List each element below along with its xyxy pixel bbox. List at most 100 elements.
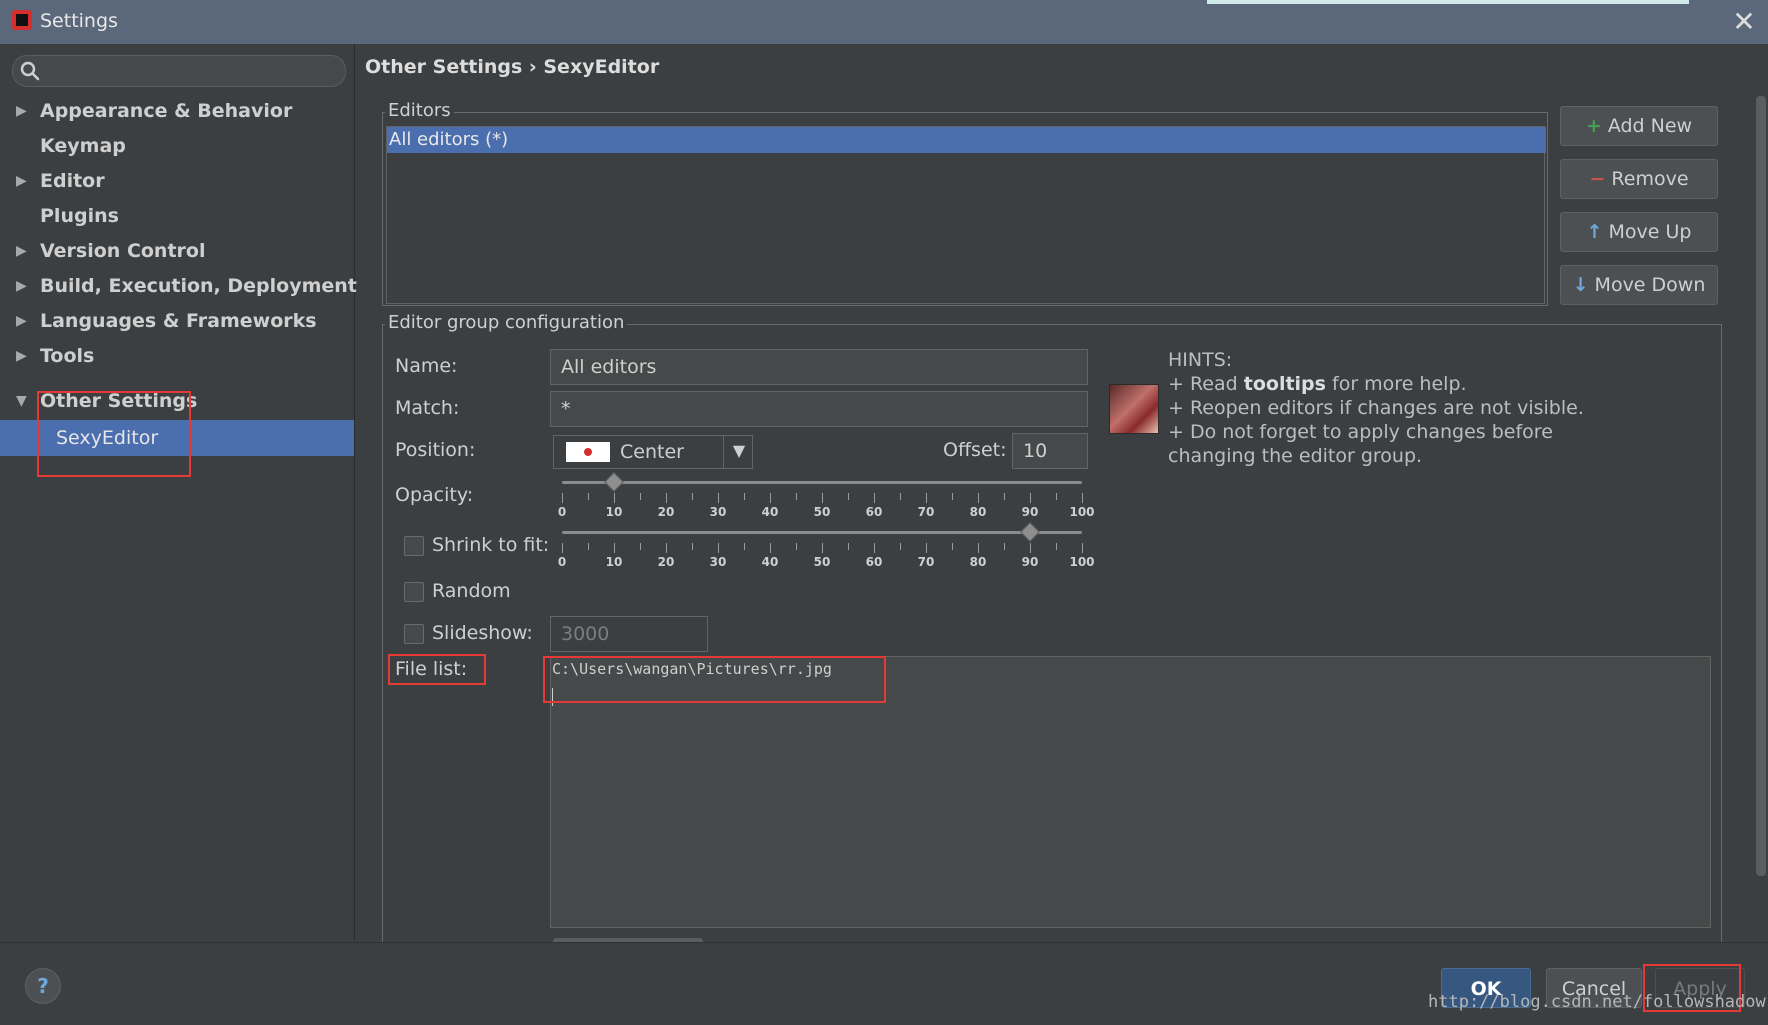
remove-label: Remove [1611,168,1689,190]
opacity-slider-tick [1004,493,1005,500]
opacity-slider-tick-label: 60 [865,505,883,519]
shrink-to-fit-label: Shrink to fit: [432,534,550,556]
title-bar-highlight [1207,0,1689,4]
tree-item-keymap[interactable]: Keymap [0,129,354,163]
shrink-slider-tick [588,543,589,550]
opacity-slider-tick-label: 30 [709,505,727,519]
add-new-button[interactable]: + Add New [1560,106,1718,146]
shrink-slider-tick [1030,543,1031,553]
opacity-slider-tick [796,493,797,500]
shrink-slider-track[interactable] [562,531,1082,534]
move-down-label: Move Down [1594,274,1706,296]
position-selected-value: Center [620,441,684,463]
opacity-slider-tick-label: 0 [557,505,567,519]
breadcrumb: Other Settings › SexyEditor [365,56,660,78]
plus-icon: + [1585,115,1602,137]
shrink-slider-tick [952,543,953,550]
slideshow-label: Slideshow: [432,622,533,644]
match-label: Match: [395,397,460,419]
shrink-slider-tick [848,543,849,550]
opacity-slider-tick [666,493,667,503]
intellij-app-icon [12,10,32,30]
editor-group-configuration-title: Editor group configuration [385,312,628,333]
move-up-label: Move Up [1608,221,1692,243]
hint-text: for more help. [1325,373,1467,395]
remove-button[interactable]: − Remove [1560,159,1718,199]
move-down-button[interactable]: ↓ Move Down [1560,265,1718,305]
watermark-text: http://blog.csdn.net/followshadow [1428,992,1766,1012]
opacity-slider-tick-label: 40 [761,505,779,519]
opacity-slider-track[interactable] [562,481,1082,484]
tree-item-languages-frameworks[interactable]: ▶ Languages & Frameworks [0,304,354,338]
minus-icon: − [1589,168,1606,190]
editors-list-row-selected[interactable]: All editors (*) [387,127,1546,153]
sexy-editor-avatar-image [1109,384,1159,434]
shrink-slider-tick [1004,543,1005,550]
opacity-slider-tick-label: 90 [1021,505,1039,519]
expand-arrow-icon[interactable]: ▶ [16,269,30,303]
move-up-button[interactable]: ↑ Move Up [1560,212,1718,252]
tree-item-label: Appearance & Behavior [40,100,293,122]
slideshow-checkbox[interactable] [404,624,424,644]
shrink-slider-tick [562,543,563,553]
hint-line-apply: + Do not forget to apply changes before [1168,421,1553,443]
shrink-slider-tick [1056,543,1057,550]
title-bar [0,0,1768,44]
shrink-slider-tick-label: 90 [1021,555,1039,569]
expand-arrow-icon[interactable]: ▶ [16,339,30,373]
position-label: Position: [395,439,476,461]
vertical-scrollbar[interactable] [1756,96,1766,876]
name-field[interactable]: All editors [550,349,1088,385]
opacity-slider-tick [1082,493,1083,503]
tree-item-build-execution-deployment[interactable]: ▶ Build, Execution, Deployment [0,269,357,303]
shrink-slider-tick [796,543,797,550]
offset-field[interactable]: 10 [1012,433,1088,469]
tree-item-version-control[interactable]: ▶ Version Control [0,234,354,268]
annotation-highlight-box [543,656,886,703]
shrink-slider-tick [926,543,927,553]
expand-arrow-icon[interactable]: ▶ [16,164,30,198]
tree-item-label: Editor [40,170,105,192]
expand-arrow-icon[interactable]: ▶ [16,234,30,268]
shrink-slider-tick-label: 70 [917,555,935,569]
opacity-slider-tick [926,493,927,503]
opacity-slider-tick [848,493,849,500]
slideshow-interval-field[interactable]: 3000 [550,616,708,652]
settings-search-input[interactable] [12,55,346,87]
tree-item-label: Tools [40,345,95,367]
shrink-slider-tick [874,543,875,553]
collapse-arrow-icon[interactable]: ▼ [16,384,30,418]
random-label: Random [432,580,511,602]
opacity-slider-tick [718,493,719,503]
tree-item-appearance-behavior[interactable]: ▶ Appearance & Behavior [0,94,354,128]
opacity-slider-tick [614,493,615,503]
shrink-slider-tick-label: 40 [761,555,779,569]
shrink-slider-tick [744,543,745,550]
tree-item-tools[interactable]: ▶ Tools [0,339,354,373]
hint-line-apply-cont: changing the editor group. [1168,445,1423,467]
expand-arrow-icon[interactable]: ▶ [16,94,30,128]
opacity-slider-tick-label: 10 [605,505,623,519]
dropdown-divider [723,436,724,468]
window-title: Settings [40,10,118,32]
tree-item-editor[interactable]: ▶ Editor [0,164,354,198]
opacity-slider-tick-label: 20 [657,505,675,519]
shrink-to-fit-checkbox[interactable] [404,536,424,556]
name-label: Name: [395,355,458,377]
japan-flag-icon [566,442,610,462]
opacity-slider-tick [978,493,979,503]
shrink-slider-tick-label: 10 [605,555,623,569]
random-checkbox[interactable] [404,582,424,602]
match-field[interactable]: * [550,391,1088,427]
opacity-slider-tick [562,493,563,503]
tree-item-label: Plugins [40,205,119,227]
search-icon [20,61,40,81]
tree-item-plugins[interactable]: Plugins [0,199,354,233]
shrink-slider-tick [718,543,719,553]
help-button[interactable]: ? [25,968,61,1004]
close-window-button[interactable]: ✕ [1730,8,1758,36]
chevron-down-icon[interactable]: ▼ [728,441,750,460]
annotation-highlight-box [388,654,486,685]
opacity-slider-tick [952,493,953,500]
expand-arrow-icon[interactable]: ▶ [16,304,30,338]
